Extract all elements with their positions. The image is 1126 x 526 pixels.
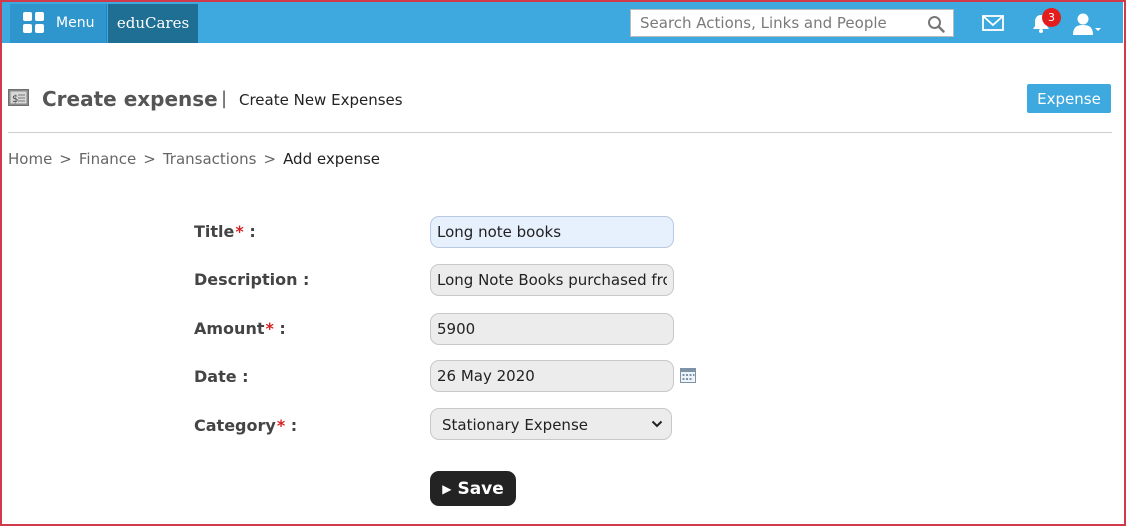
header-divider: [8, 132, 1112, 133]
search-icon[interactable]: [927, 15, 945, 33]
money-icon: $: [8, 89, 29, 106]
category-label-text: Category: [194, 416, 276, 435]
amount-input[interactable]: [430, 313, 674, 345]
breadcrumb: Home > Finance > Transactions > Add expense: [8, 150, 380, 168]
page-subtitle: Create New Expenses: [239, 91, 403, 109]
notification-badge: 3: [1042, 8, 1061, 27]
page-header: $ Create expense | Create New Expenses E…: [8, 84, 1112, 118]
description-input[interactable]: [430, 264, 674, 296]
required-mark: *: [235, 222, 244, 241]
window-frame: [0, 0, 1126, 526]
menu-label: Menu: [56, 15, 95, 31]
breadcrumb-finance[interactable]: Finance: [79, 150, 136, 168]
breadcrumb-transactions[interactable]: Transactions: [163, 150, 257, 168]
calendar-icon[interactable]: [680, 367, 696, 383]
search-input[interactable]: [631, 10, 930, 36]
title-separator: |: [221, 88, 228, 109]
chevron-down-icon: [651, 420, 663, 428]
category-select[interactable]: Stationary Expense: [430, 408, 672, 440]
save-label: Save: [457, 478, 504, 499]
date-label: Date :: [194, 367, 249, 386]
category-label: Category* :: [194, 416, 297, 435]
date-input[interactable]: [430, 360, 674, 392]
category-selected-value: Stationary Expense: [442, 416, 588, 434]
mail-icon[interactable]: [982, 14, 1004, 32]
breadcrumb-separator: >: [143, 150, 156, 168]
svg-text:$: $: [12, 94, 18, 105]
user-account-icon[interactable]: [1072, 12, 1102, 36]
amount-label-text: Amount: [194, 319, 265, 338]
play-icon: ▶: [442, 481, 452, 496]
label-colon: :: [273, 319, 286, 338]
breadcrumb-separator: >: [59, 150, 72, 168]
label-colon: :: [285, 416, 298, 435]
required-mark: *: [276, 416, 286, 435]
page-title: Create expense: [42, 87, 218, 111]
required-mark: *: [265, 319, 274, 338]
menu-button[interactable]: Menu: [10, 4, 107, 43]
breadcrumb-separator: >: [263, 150, 277, 168]
label-colon: :: [243, 222, 256, 241]
amount-label: Amount* :: [194, 319, 286, 338]
title-label-text: Title: [194, 222, 235, 241]
brand-tab[interactable]: eduCares: [108, 4, 198, 43]
top-navbar: Menu eduCares 3: [2, 2, 1123, 43]
expense-button[interactable]: Expense: [1027, 84, 1111, 113]
breadcrumb-current: Add expense: [283, 150, 381, 168]
description-label: Description :: [194, 270, 310, 289]
title-input[interactable]: [430, 216, 674, 248]
save-button[interactable]: ▶ Save: [430, 471, 516, 506]
search-box: [630, 9, 954, 37]
apps-grid-icon: [23, 12, 45, 34]
title-label: Title* :: [194, 222, 256, 241]
breadcrumb-home[interactable]: Home: [8, 150, 52, 168]
